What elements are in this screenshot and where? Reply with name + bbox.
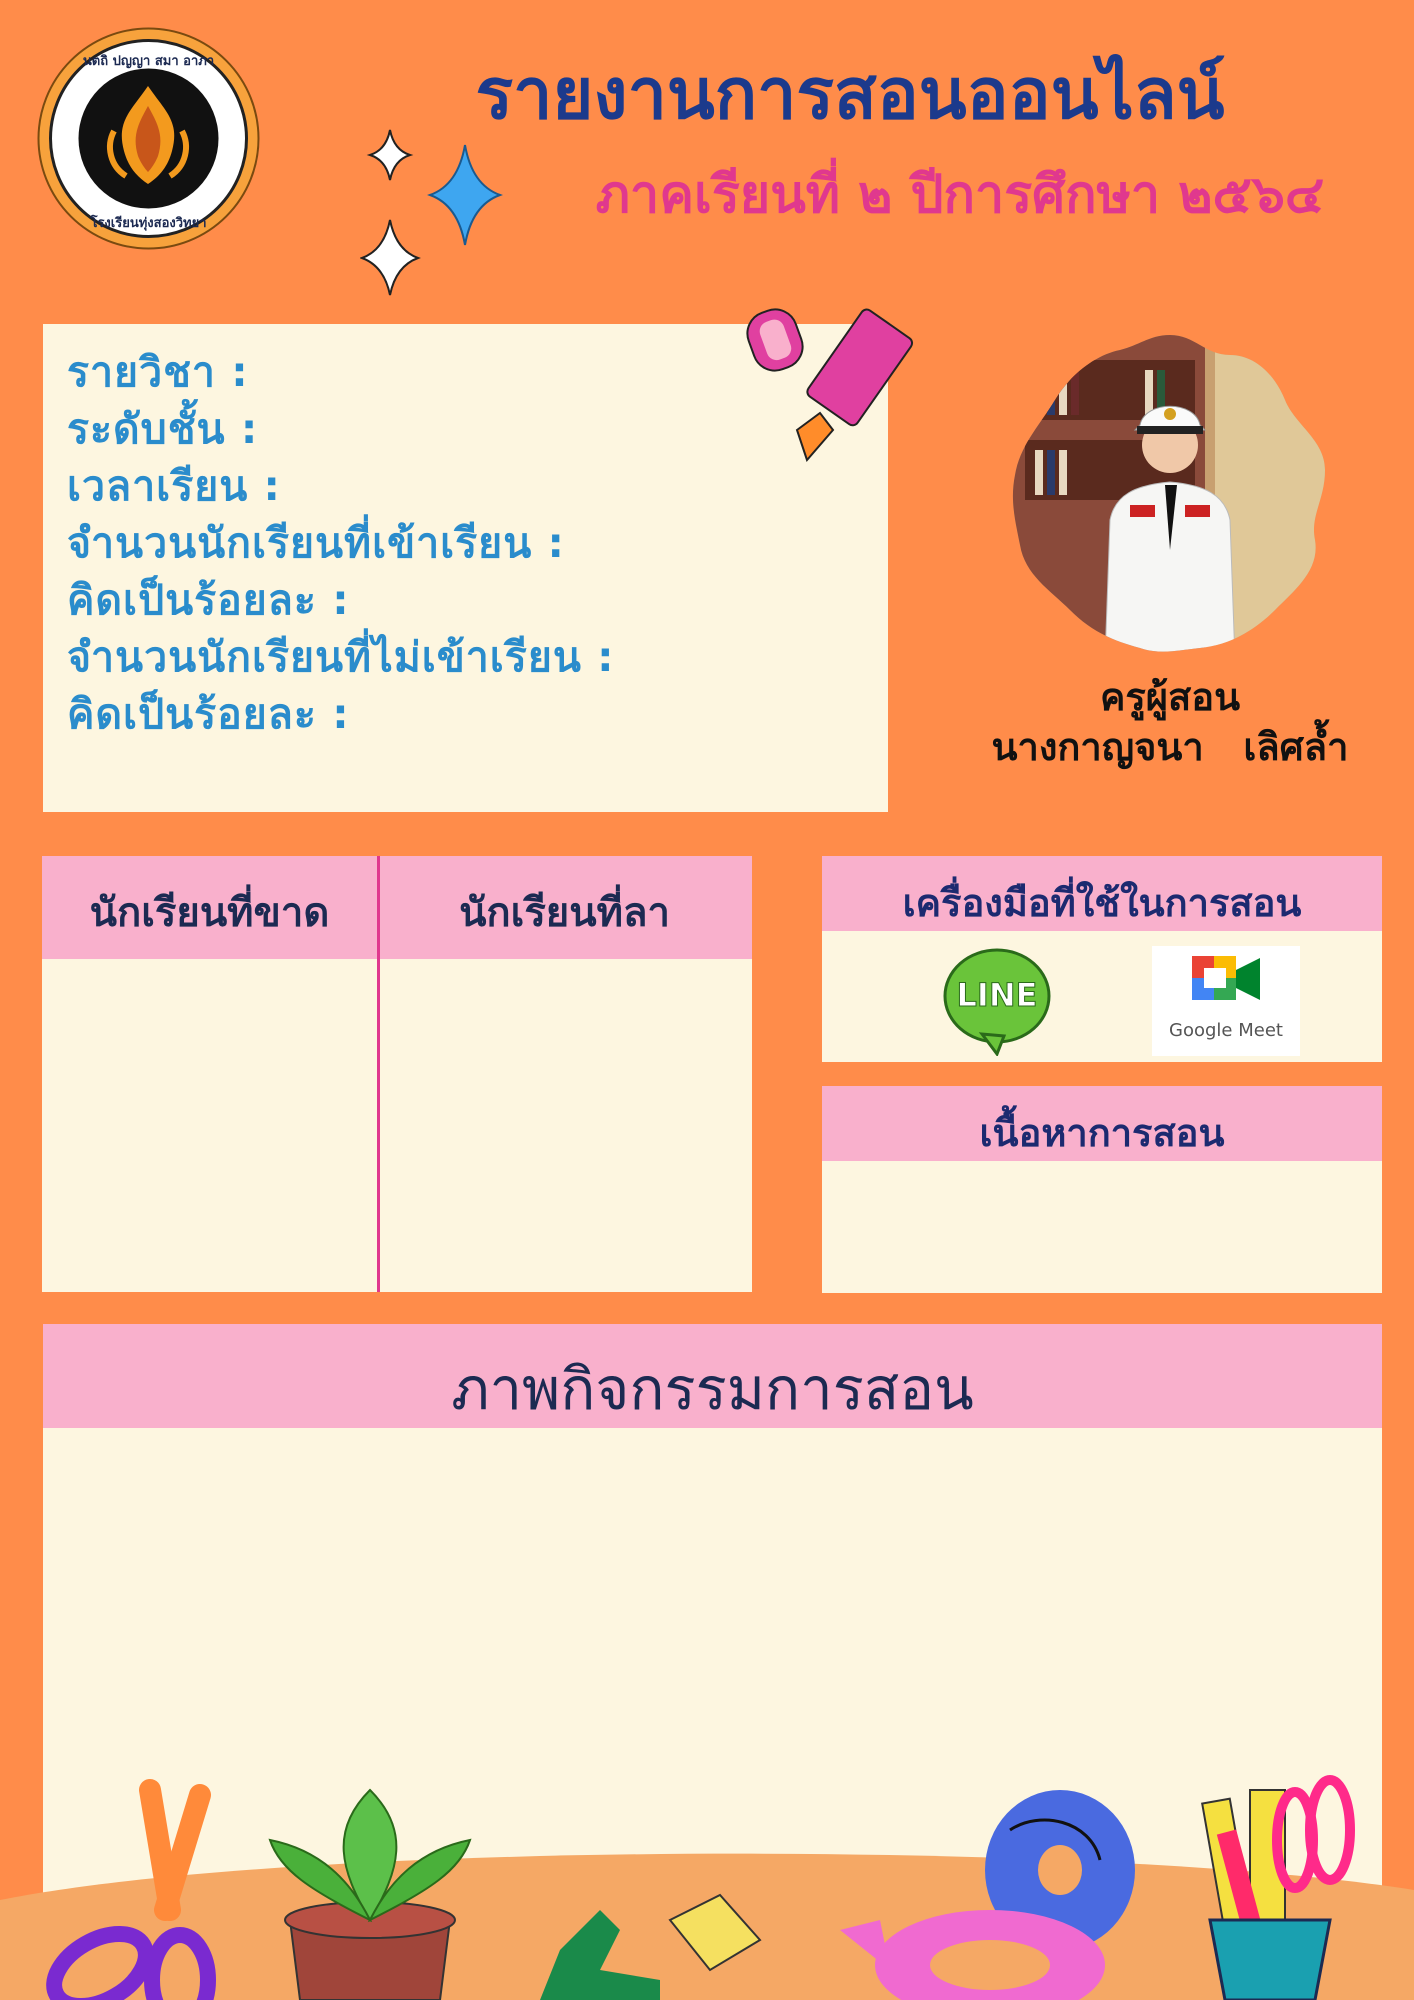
subject-label: รายวิชา :: [67, 348, 249, 396]
attend-percent-label: คิดเป็นร้อยละ :: [67, 576, 350, 624]
teacher-photo: [1005, 330, 1335, 660]
desk-decorations: [0, 1775, 1414, 2000]
teacher-name: นางกาญจนา เลิศล้ำ: [991, 725, 1349, 769]
absent-count-label: จำนวนนักเรียนที่ไม่เข้าเรียน :: [67, 633, 615, 681]
seal-bottom-text: โรงเรียนทุ่งสองวิทยา: [90, 216, 207, 231]
activities-header: ภาพกิจกรรมการสอน: [451, 1355, 974, 1423]
tools-header: เครื่องมือที่ใช้ในการสอน: [902, 881, 1302, 925]
line-app-icon: LINE: [942, 946, 1052, 1058]
seal-top-text: นตถิ ปญญา สมา อาภา: [82, 54, 215, 69]
sparkle-small-icon: [366, 129, 414, 181]
absent-students-cell: [42, 959, 377, 1292]
google-meet-icon: Google Meet: [1152, 946, 1300, 1056]
absent-students-header: นักเรียนที่ขาด: [89, 890, 330, 936]
leave-students-header: นักเรียนที่ลา: [459, 890, 670, 936]
highlighter-icon: [746, 308, 914, 462]
google-meet-label: Google Meet: [1169, 1020, 1283, 1041]
page-subtitle: ภาคเรียนที่ ๒ ปีการศึกษา ๒๕๖๔: [595, 165, 1325, 225]
attend-count-label: จำนวนนักเรียนที่เข้าเรียน :: [67, 519, 565, 567]
content-header: เนื้อหาการสอน: [979, 1111, 1225, 1155]
students-table: นักเรียนที่ขาด นักเรียนที่ลา: [42, 856, 752, 1292]
sparkle-blue-icon: [427, 144, 503, 246]
line-label: LINE: [956, 976, 1038, 1015]
page-title: รายงานการสอนออนไลน์: [475, 53, 1225, 135]
time-label: เวลาเรียน :: [67, 462, 281, 510]
school-seal: นตถิ ปญญา สมา อาภา โรงเรียนทุ่งสองวิทยา: [36, 26, 261, 251]
level-label: ระดับชั้น :: [67, 405, 259, 453]
absent-percent-label: คิดเป็นร้อยละ :: [67, 690, 350, 738]
sparkle-white-icon: [360, 219, 421, 296]
tools-panel: เครื่องมือที่ใช้ในการสอน LINE Google Mee…: [822, 856, 1382, 1062]
teacher-role: ครูผู้สอน: [1099, 675, 1241, 719]
sparkle-icons: [360, 129, 503, 296]
leave-students-cell: [380, 959, 752, 1292]
content-panel: เนื้อหาการสอน: [822, 1086, 1382, 1293]
